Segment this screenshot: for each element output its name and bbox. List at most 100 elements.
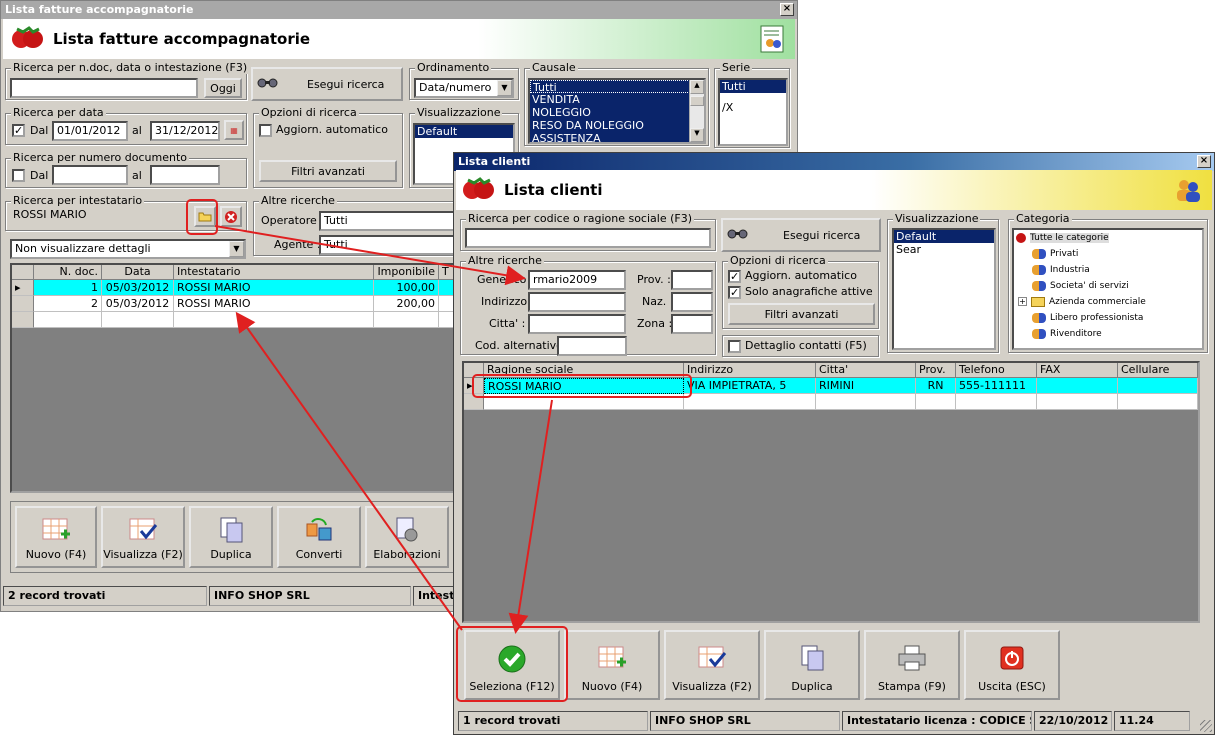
date-from-input[interactable]: 01/01/2012	[52, 121, 128, 141]
clients-search-input[interactable]	[465, 228, 711, 248]
invoice-new-button[interactable]: Nuovo (F4)	[15, 506, 97, 568]
category-item-reseller[interactable]: Rivenditore	[1014, 326, 1202, 342]
active-only-checkbox[interactable]: ✓	[728, 286, 741, 299]
category-item-all[interactable]: Tutte le categorie	[1014, 230, 1202, 246]
clients-filters-button[interactable]: Filtri avanzati	[728, 303, 875, 325]
printer-icon	[896, 644, 928, 675]
invoice-duplicate-button[interactable]: Duplica	[189, 506, 273, 568]
city-input[interactable]	[528, 314, 626, 334]
clients-new-button[interactable]: Nuovo (F4)	[564, 630, 660, 700]
new-grid-icon	[597, 644, 627, 675]
col-doc-num[interactable]: N. doc.	[34, 265, 102, 280]
col-amount[interactable]: Imponibile	[374, 265, 439, 280]
category-item-private[interactable]: Privati	[1014, 246, 1202, 262]
clients-view-item[interactable]: Default	[894, 230, 994, 243]
table-row[interactable]: 2 05/03/2012 ROSSI MARIO 200,00	[12, 296, 488, 312]
number-to-input[interactable]	[150, 165, 220, 185]
causale-item[interactable]: RESO DA NOLEGGIO	[530, 119, 704, 132]
clients-view-item[interactable]: Sear	[894, 243, 994, 256]
clients-title-bar[interactable]: Lista clienti ×	[454, 153, 1214, 171]
col-mobile[interactable]: Cellulare	[1118, 363, 1198, 378]
date-to-input[interactable]: 31/12/2012	[150, 121, 220, 141]
clear-icon[interactable]	[220, 206, 242, 227]
chevron-down-icon[interactable]: ▼	[497, 80, 512, 96]
col-holder[interactable]: Intestatario	[174, 265, 374, 280]
details-select[interactable]: Non visualizzare dettagli ▼	[10, 239, 246, 259]
causale-item[interactable]: Tutti	[530, 80, 704, 94]
col-phone[interactable]: Telefono	[956, 363, 1037, 378]
invoice-auto-update-checkbox[interactable]	[259, 124, 272, 137]
category-item-services[interactable]: Societa' di servizi	[1014, 278, 1202, 294]
invoice-run-search-button[interactable]: Esegui ricerca	[251, 67, 403, 101]
invoice-view-item[interactable]: Default	[415, 125, 513, 138]
scroll-down-icon[interactable]: ▼	[690, 128, 704, 142]
chevron-down-icon[interactable]: ▼	[229, 241, 244, 257]
category-item-freelance[interactable]: Libero professionista	[1014, 310, 1202, 326]
invoice-convert-button[interactable]: Converti	[277, 506, 361, 568]
invoice-options-group: Opzioni di ricerca Aggiorn. automatico F…	[253, 106, 403, 188]
date-from-checkbox[interactable]: ✓	[12, 124, 25, 137]
operator-select[interactable]: Tutti	[319, 211, 469, 231]
causale-item[interactable]: ASSISTENZA	[530, 132, 704, 142]
scroll-thumb[interactable]	[690, 96, 704, 106]
col-address[interactable]: Indirizzo	[684, 363, 816, 378]
serie-list[interactable]: Tutti /X	[718, 78, 788, 146]
cell-empty	[1037, 394, 1118, 410]
col-fax[interactable]: FAX	[1037, 363, 1118, 378]
invoice-options-label: Opzioni di ricerca	[259, 106, 359, 119]
prov-input[interactable]	[671, 270, 713, 290]
category-tree[interactable]: Tutte le categorie Privati Industria Soc…	[1012, 228, 1204, 350]
invoice-title-bar[interactable]: Lista fatture accompagnatorie ×	[1, 1, 797, 19]
holder-input: ROSSI MARIO	[10, 207, 188, 227]
number-from-checkbox[interactable]	[12, 169, 25, 182]
number-from-input[interactable]	[52, 165, 128, 185]
ordering-select[interactable]: Data/numero ▼	[414, 78, 514, 98]
exit-button[interactable]: Uscita (ESC)	[964, 630, 1060, 700]
col-date[interactable]: Data	[102, 265, 174, 280]
alt-code-input[interactable]	[557, 336, 627, 356]
nation-input[interactable]	[671, 292, 713, 312]
table-row[interactable]: ▸ 1 05/03/2012 ROSSI MARIO 100,00	[12, 280, 488, 296]
cell-empty	[174, 312, 374, 328]
cell-fax	[1037, 378, 1118, 394]
calendar-icon[interactable]: ▦	[224, 120, 244, 140]
search-doc-input[interactable]	[10, 78, 198, 98]
scroll-up-icon[interactable]: ▲	[690, 80, 704, 94]
causale-list[interactable]: Tutti VENDITA NOLEGGIO RESO DA NOLEGGIO …	[528, 78, 706, 144]
category-item-commercial[interactable]: + Azienda commerciale	[1014, 294, 1202, 310]
print-button[interactable]: Stampa (F9)	[864, 630, 960, 700]
clients-close-button[interactable]: ×	[1197, 155, 1211, 168]
col-prov[interactable]: Prov.	[916, 363, 956, 378]
invoice-close-button[interactable]: ×	[780, 3, 794, 16]
print-label: Stampa (F9)	[878, 680, 946, 693]
invoice-view-button[interactable]: Visualizza (F2)	[101, 506, 185, 568]
causale-item[interactable]: VENDITA	[530, 93, 704, 106]
serie-item[interactable]: Tutti	[720, 80, 786, 93]
col-city[interactable]: Citta'	[816, 363, 916, 378]
clients-duplicate-button[interactable]: Duplica	[764, 630, 860, 700]
clients-auto-update-checkbox[interactable]: ✓	[728, 270, 741, 283]
date-from-label: Dal	[30, 124, 49, 137]
row-indicator	[12, 296, 34, 312]
clients-run-search-button[interactable]: Esegui ricerca	[721, 218, 881, 252]
cell-mobile	[1118, 378, 1198, 394]
serie-item[interactable]: /X	[720, 101, 786, 114]
causale-item[interactable]: NOLEGGIO	[530, 106, 704, 119]
generic-input[interactable]: rmario2009	[528, 270, 626, 290]
strawberry-icon	[460, 176, 496, 204]
invoice-process-button[interactable]: Elaborazioni	[365, 506, 449, 568]
expand-icon[interactable]: +	[1018, 297, 1027, 306]
invoice-filters-button[interactable]: Filtri avanzati	[259, 160, 397, 182]
agent-select[interactable]: Tutti	[319, 235, 469, 255]
clients-view-list[interactable]: Default Sear	[892, 228, 996, 350]
clients-view-button[interactable]: Visualizza (F2)	[664, 630, 760, 700]
resize-grip-icon[interactable]	[1200, 720, 1212, 732]
category-item-industry[interactable]: Industria	[1014, 262, 1202, 278]
cell-phone: 555-111111	[956, 378, 1037, 394]
contact-detail-checkbox[interactable]	[728, 340, 741, 353]
zone-input[interactable]	[671, 314, 713, 334]
table-row-new[interactable]	[12, 312, 488, 328]
causale-scrollbar[interactable]: ▲ ▼	[689, 80, 704, 142]
today-button[interactable]: Oggi	[204, 78, 242, 98]
address-input[interactable]	[528, 292, 626, 312]
